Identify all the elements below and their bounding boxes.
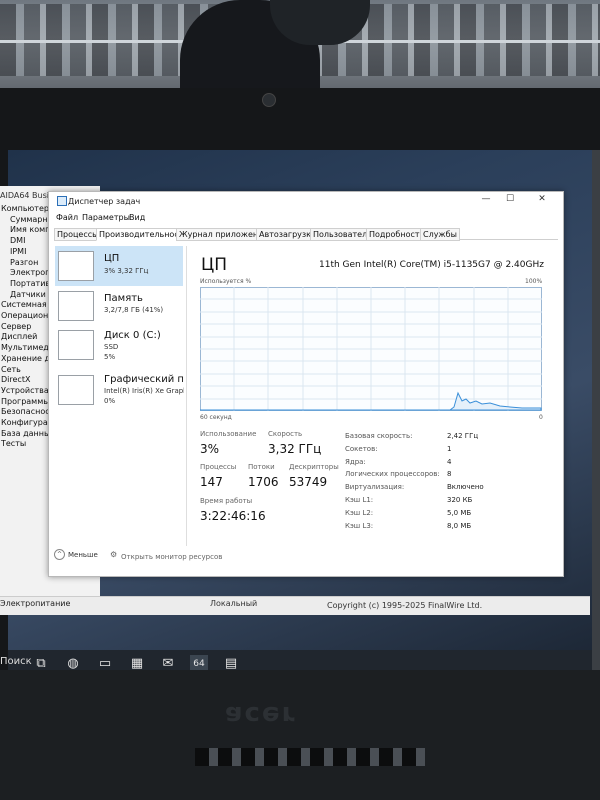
cpu-detail-value: 8 bbox=[447, 470, 452, 479]
cpu-detail-label: Виртуализация: bbox=[345, 483, 405, 492]
speed-value: 3,32 ГГц bbox=[268, 442, 322, 456]
sidebar-sub: Intel(R) Iris(R) Xe Graph bbox=[104, 387, 184, 395]
cpu-detail-value: 2,42 ГГц bbox=[447, 432, 479, 440]
sidebar-sub: 3% 3,32 ГГц bbox=[104, 267, 149, 275]
taskbar-search[interactable]: Поиск bbox=[0, 656, 32, 667]
cpu-detail-label: Ядра: bbox=[345, 457, 366, 466]
cpu-detail-label: Базовая скорость: bbox=[345, 432, 413, 440]
close-button[interactable]: ✕ bbox=[530, 194, 554, 204]
aida64-tree-item[interactable]: Компьютер bbox=[1, 204, 49, 213]
cpu-detail-label: Кэш L1: bbox=[345, 496, 374, 504]
open-resource-monitor-link[interactable]: Открыть монитор ресурсов bbox=[121, 553, 222, 561]
threads-label: Потоки bbox=[248, 463, 275, 471]
memory-thumbnail bbox=[58, 291, 94, 321]
tab-details[interactable]: Подробности bbox=[366, 228, 428, 241]
aida64-tree-item[interactable]: Тесты bbox=[1, 439, 26, 448]
cpu-detail-value: Включено bbox=[447, 483, 484, 492]
aida64-tree-item[interactable]: Сервер bbox=[1, 322, 31, 331]
sidebar-sub: 0% bbox=[104, 397, 116, 405]
processes-value: 147 bbox=[200, 475, 223, 489]
gpu-thumbnail bbox=[58, 375, 94, 405]
acer-logo: acer bbox=[225, 700, 297, 730]
graph-time-left: 60 секунд bbox=[200, 414, 232, 421]
aida64-status-local: Локальный bbox=[210, 599, 258, 608]
keyboard-row bbox=[195, 748, 425, 766]
resource-monitor-icon[interactable]: ⚙ bbox=[110, 550, 117, 559]
aida64-status-item: Электропитание bbox=[0, 599, 71, 608]
pane-divider bbox=[186, 246, 187, 546]
aida64-tree-item[interactable]: IPMI bbox=[10, 247, 26, 256]
utilization-value: 3% bbox=[200, 442, 220, 456]
sidebar-label: ЦП bbox=[104, 253, 120, 264]
menu-file[interactable]: Файл bbox=[56, 213, 78, 222]
tab-processes[interactable]: Процессы bbox=[54, 228, 102, 241]
cpu-detail-value: 4 bbox=[447, 457, 452, 466]
graph-label-utilization: Используется % bbox=[200, 278, 252, 285]
cpu-detail-label: Сокетов: bbox=[345, 444, 378, 453]
threads-value: 1706 bbox=[248, 475, 279, 489]
aida64-tree-item[interactable]: Разгон bbox=[10, 258, 38, 267]
handles-value: 53749 bbox=[289, 475, 328, 489]
sidebar-label: Графический проц bbox=[104, 374, 184, 385]
uptime-value: 3:22:46:16 bbox=[200, 509, 266, 523]
aida64-tree-item[interactable]: База данных bbox=[1, 429, 55, 438]
graph-label-max: 100% bbox=[525, 278, 543, 285]
sidebar-label: Диск 0 (C:) bbox=[104, 330, 161, 341]
cpu-detail-label: Логических процессоров: bbox=[345, 470, 440, 479]
handles-label: Дескрипторы bbox=[289, 463, 339, 471]
cpu-detail-label: Кэш L2: bbox=[345, 508, 374, 517]
aida64-statusbar bbox=[0, 596, 590, 615]
disk-thumbnail bbox=[58, 330, 94, 360]
laptop-bezel-top bbox=[0, 88, 600, 150]
processes-label: Процессы bbox=[200, 463, 237, 471]
maximize-button[interactable]: ☐ bbox=[498, 194, 522, 204]
webcam bbox=[262, 93, 276, 107]
sidebar-label: Память bbox=[104, 293, 143, 304]
cpu-detail-value: 8,0 МБ bbox=[447, 521, 472, 530]
sidebar-sub: SSD bbox=[104, 343, 119, 351]
aida64-tree-item[interactable]: DirectX bbox=[1, 375, 30, 384]
aida64-tree-item[interactable]: DMI bbox=[10, 236, 25, 245]
aida64-tree-item[interactable]: Датчики bbox=[10, 290, 46, 299]
cpu-detail-value: 320 КБ bbox=[447, 496, 473, 504]
utilization-label: Использование bbox=[200, 430, 257, 438]
uptime-label: Время работы bbox=[200, 497, 253, 505]
speed-label: Скорость bbox=[268, 430, 303, 438]
menu-view[interactable]: Вид bbox=[129, 213, 145, 222]
sidebar-sub: 5% bbox=[104, 353, 116, 361]
fewer-details-link[interactable]: Меньше bbox=[68, 551, 98, 559]
cpu-model: 11th Gen Intel(R) Core(TM) i5-1135G7 @ 2… bbox=[319, 260, 544, 270]
collapse-icon[interactable]: ^ bbox=[54, 549, 65, 560]
aida64-tree-item[interactable]: Дисплей bbox=[1, 332, 37, 341]
aida64-tree-item[interactable]: Сеть bbox=[1, 365, 21, 374]
window-title: Диспетчер задач bbox=[68, 197, 141, 206]
tab-services[interactable]: Службы bbox=[420, 228, 460, 241]
menu-options[interactable]: Параметры bbox=[82, 213, 130, 222]
aida64-copyright: Copyright (c) 1995-2025 FinalWire Ltd. bbox=[327, 601, 483, 610]
aida64-tree-item[interactable]: Программы bbox=[1, 397, 50, 406]
cpu-detail-value: 1 bbox=[447, 444, 452, 453]
task-manager-icon bbox=[57, 196, 67, 206]
laptop-bezel-bottom bbox=[0, 670, 600, 800]
aida64-tree-item[interactable]: Устройства bbox=[1, 386, 49, 395]
cpu-usage-graph bbox=[200, 287, 542, 411]
cpu-detail-label: Кэш L3: bbox=[345, 521, 374, 530]
cpu-heading: ЦП bbox=[201, 255, 227, 275]
cpu-thumbnail bbox=[58, 251, 94, 281]
sidebar-sub: 3,2/7,8 ГБ (41%) bbox=[104, 306, 164, 314]
graph-time-right: 0 bbox=[539, 414, 543, 421]
cpu-detail-value: 5,0 МБ bbox=[447, 508, 472, 517]
minimize-button[interactable]: — bbox=[474, 194, 498, 204]
